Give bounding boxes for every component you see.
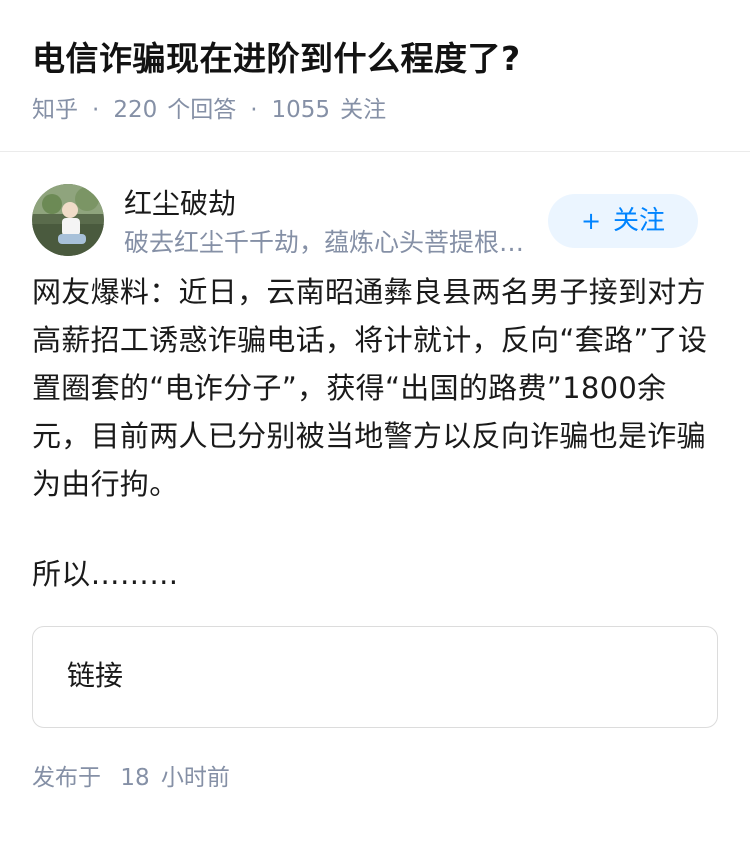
publish-unit: 小时前 [160,765,230,791]
answer-count-label: 个回答 [167,97,237,123]
avatar[interactable] [32,184,104,256]
question-meta: 知乎 · 220 个回答 · 1055 关注 [32,94,718,126]
publish-prefix: 发布于 [32,765,101,791]
author-info: 红尘破劫 破去红尘千千劫，蕴炼心头菩提根… + 关注 [0,184,750,292]
follow-label: 关注 [613,206,666,236]
question-title[interactable]: 电信诈骗现在进阶到什么程度了? [32,36,718,82]
source-label[interactable]: 知乎 [32,94,78,126]
question-header: 电信诈骗现在进阶到什么程度了? 知乎 · 220 个回答 · 1055 关注 [0,0,750,152]
link-card-label: 链接 [67,659,124,692]
plus-icon: + [580,207,602,235]
meta-separator: · [250,97,258,123]
answer-content: 网友爆料：近日，云南昭通彝良县两名男子接到对方高薪招工诱惑诈骗电话，将计就计，反… [0,268,750,598]
answer-count: 220 [113,97,158,123]
follower-count-label: 关注 [340,97,387,123]
link-card[interactable]: 链接 [32,626,718,728]
publish-hours: 18 [120,765,150,791]
answer-paragraph: 网友爆料：近日，云南昭通彝良县两名男子接到对方高薪招工诱惑诈骗电话，将计就计，反… [32,275,708,501]
author-name[interactable]: 红尘破劫 [124,186,236,222]
author-bio: 破去红尘千千劫，蕴炼心头菩提根… [124,228,525,257]
follow-button[interactable]: + 关注 [548,194,698,248]
meta-separator: · [92,97,100,123]
answer-paragraph: 所以……… [32,557,179,591]
follower-count: 1055 [271,97,331,123]
publish-time: 发布于 18 小时前 [32,762,718,794]
